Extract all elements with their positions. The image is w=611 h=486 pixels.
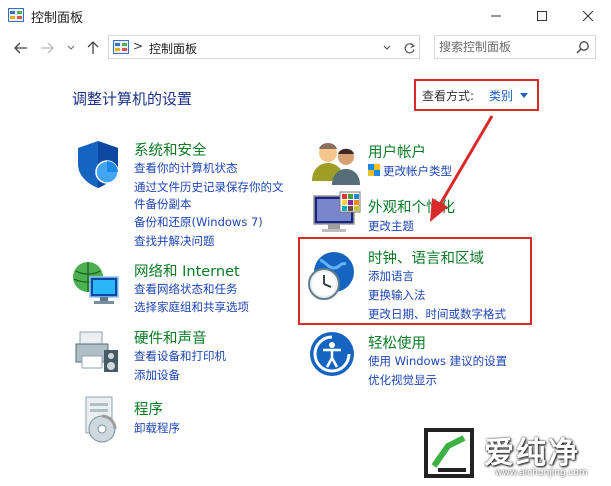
window-title: 控制面板 <box>31 11 84 26</box>
refresh-icon <box>404 42 415 53</box>
link-network-status[interactable]: 查看网络状态和任务 <box>134 281 238 297</box>
shield-icon <box>78 141 119 188</box>
link-view-computer-status[interactable]: 查看你的计算机状态 <box>134 160 238 176</box>
link-recommended-settings[interactable]: 使用 Windows 建议的设置 <box>368 353 507 369</box>
category-title-hardware-sound[interactable]: 硬件和声音 <box>134 327 207 348</box>
category-title-user-accounts[interactable]: 用户帐户 <box>368 141 426 162</box>
page-title: 调整计算机的设置 <box>72 90 193 108</box>
link-optimize-visual-display[interactable]: 优化视觉显示 <box>368 372 437 388</box>
minimize-icon <box>491 15 501 16</box>
forward-button[interactable] <box>38 39 56 57</box>
category-title-programs[interactable]: 程序 <box>134 398 163 419</box>
chevron-down-icon <box>383 45 391 50</box>
title-bar: 控制面板 <box>0 0 611 31</box>
link-change-account-type[interactable]: 更改帐户类型 <box>383 163 452 179</box>
view-by-selector[interactable]: 查看方式: 类别 <box>414 79 539 111</box>
link-add-device[interactable]: 添加设备 <box>134 367 180 383</box>
category-title-appearance[interactable]: 外观和个性化 <box>368 196 455 217</box>
breadcrumb-separator[interactable]: > <box>133 39 143 53</box>
link-file-history-cont[interactable]: 件备份副本 <box>134 196 192 212</box>
link-homegroup[interactable]: 选择家庭组和共享选项 <box>134 299 249 315</box>
watermark-text: 爱纯净 <box>484 436 580 471</box>
minimize-button[interactable] <box>473 0 519 31</box>
category-title-system-security[interactable]: 系统和安全 <box>134 139 207 160</box>
link-change-theme[interactable]: 更改主题 <box>368 218 414 234</box>
arrow-up-icon <box>87 41 99 54</box>
network-icon <box>73 262 119 304</box>
refresh-button[interactable] <box>401 40 417 56</box>
view-by-label: 查看方式: <box>422 89 475 103</box>
address-dropdown-button[interactable] <box>379 40 395 56</box>
maximize-icon <box>537 10 547 21</box>
watermark-logo-icon <box>424 428 474 478</box>
annotation-highlight-box <box>298 237 532 325</box>
close-button[interactable] <box>565 0 611 31</box>
breadcrumb-control-panel[interactable]: 控制面板 <box>149 40 197 57</box>
caret-down-icon[interactable] <box>520 93 528 98</box>
back-button[interactable] <box>12 39 30 57</box>
search-input[interactable] <box>439 39 569 55</box>
uac-shield-icon <box>368 164 380 176</box>
maximize-button[interactable] <box>519 0 565 31</box>
close-icon <box>583 10 593 21</box>
control-panel-icon <box>8 8 24 22</box>
watermark-url: www.aichunjing.com <box>495 468 588 478</box>
link-troubleshoot[interactable]: 查找并解决问题 <box>134 233 215 249</box>
view-by-value[interactable]: 类别 <box>489 87 513 104</box>
link-file-history[interactable]: 通过文件历史记录保存你的文 <box>134 179 284 195</box>
arrow-left-icon <box>14 42 27 54</box>
link-backup-restore[interactable]: 备份和还原(Windows 7) <box>134 214 263 230</box>
chevron-down-icon <box>67 45 75 50</box>
recent-locations-button[interactable] <box>62 39 80 57</box>
link-devices-printers[interactable]: 查看设备和打印机 <box>134 348 226 364</box>
up-button[interactable] <box>84 39 102 57</box>
link-uninstall-program[interactable]: 卸载程序 <box>134 420 180 436</box>
arrow-right-icon <box>41 42 54 54</box>
category-title-network-internet[interactable]: 网络和 Internet <box>134 260 240 281</box>
accessibility-icon <box>310 332 354 376</box>
address-bar[interactable]: > 控制面板 <box>108 35 420 59</box>
search-box[interactable] <box>434 35 596 59</box>
watermark: 爱纯净 www.aichunjing.com <box>412 424 608 484</box>
category-title-ease-of-access[interactable]: 轻松使用 <box>368 332 426 353</box>
monitor-icon <box>313 191 361 232</box>
printer-icon <box>75 331 118 372</box>
programs-icon <box>85 396 117 443</box>
control-panel-icon <box>113 40 129 54</box>
search-icon[interactable] <box>576 40 590 54</box>
users-icon <box>312 143 360 185</box>
